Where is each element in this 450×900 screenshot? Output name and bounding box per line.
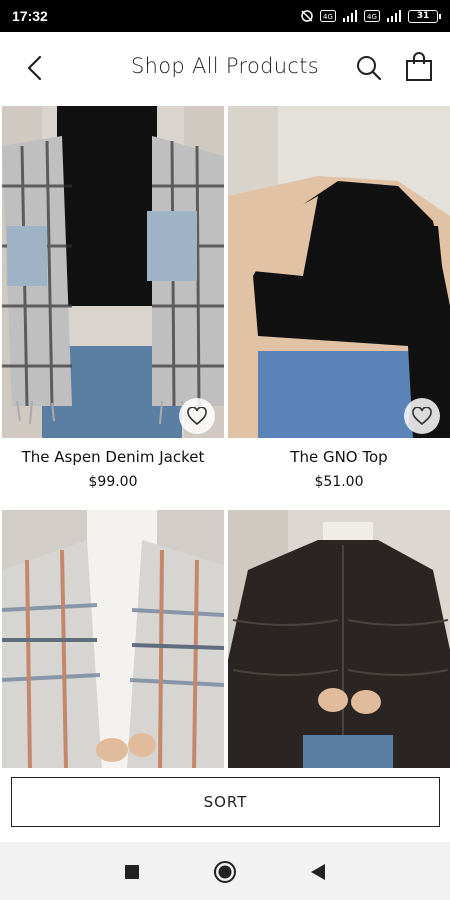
recents-square-icon [125,865,139,879]
favorite-button[interactable] [179,398,215,434]
battery-level: 31 [416,11,430,21]
product-grid: The Aspen Denim Jacket $99.00 The GNO To… [0,104,450,768]
heart-outline-icon [187,407,207,425]
status-bar: 17:32 4G 4G 31 [0,0,450,32]
heart-outline-icon [412,407,432,425]
system-back-button[interactable] [304,858,332,886]
volte-icon: 4G [364,10,380,22]
shopping-bag-button[interactable] [402,50,436,84]
signal-icon [342,10,358,22]
product-image[interactable] [2,106,224,438]
signal-icon [386,10,402,22]
home-circle-icon [214,861,236,883]
product-price: $51.00 [314,474,364,490]
app-header: Shop All Products [0,32,450,104]
svg-text:4G: 4G [367,13,377,21]
product-image[interactable] [228,510,450,768]
home-button[interactable] [211,858,239,886]
favorite-button[interactable] [404,398,440,434]
product-price: $99.00 [88,474,138,490]
volte-icon: 4G [320,10,336,22]
system-nav-bar [0,842,450,900]
product-image[interactable] [2,510,224,768]
search-icon [357,56,382,81]
battery-icon: 31 [408,9,441,23]
status-icons: 4G 4G 31 [300,9,441,23]
recents-button[interactable] [118,858,146,886]
shopping-bag-icon [406,52,432,81]
product-name[interactable]: The GNO Top [228,448,450,466]
alarm-off-icon [300,9,314,23]
back-triangle-icon [311,864,325,880]
svg-text:4G: 4G [323,13,333,21]
page-title-text: Shop All Products [131,54,319,78]
sort-button[interactable]: SORT [11,777,440,827]
sort-bar: SORT [0,768,450,842]
status-time: 17:32 [12,8,48,24]
search-button[interactable] [352,52,386,84]
product-image[interactable] [228,106,450,438]
product-name[interactable]: The Aspen Denim Jacket [2,448,224,466]
